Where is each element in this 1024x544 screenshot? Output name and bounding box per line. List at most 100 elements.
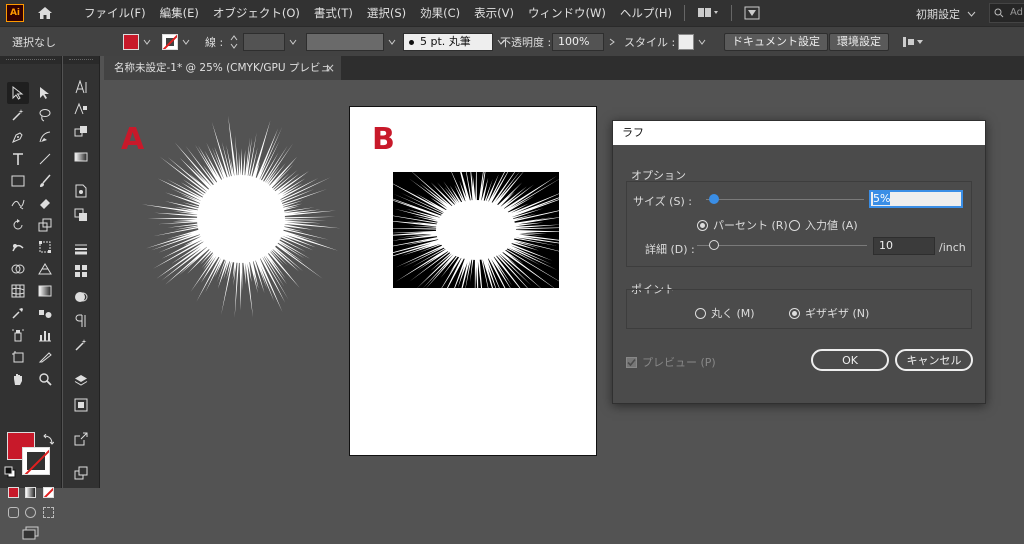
mesh-tool-icon[interactable]: [7, 280, 29, 302]
chevron-right-icon[interactable]: [607, 37, 617, 47]
size-slider[interactable]: [706, 193, 864, 205]
menu-type[interactable]: 書式(T): [314, 5, 353, 21]
gradient-panel-icon[interactable]: [70, 146, 92, 168]
zoom-tool-icon[interactable]: [34, 368, 56, 390]
size-input[interactable]: 5%: [869, 190, 963, 208]
document-setup-label[interactable]: ドキュメント設定: [724, 33, 828, 51]
stroke-weight-input[interactable]: [243, 27, 298, 57]
document-tab[interactable]: 名称未設定-1* @ 25% (CMYK/GPU プレビュー) ×: [104, 56, 341, 98]
column-graph-tool-icon[interactable]: [34, 324, 56, 346]
default-colors-icon[interactable]: [4, 466, 16, 481]
document-info-panel-icon[interactable]: [70, 180, 92, 202]
chevron-down-icon[interactable]: [142, 37, 152, 47]
detail-slider-knob[interactable]: [709, 240, 719, 250]
character-panel-icon[interactable]: [70, 76, 92, 98]
brush-definition-dropdown[interactable]: 5 pt. 丸筆: [403, 27, 506, 57]
artboards-panel-icon[interactable]: [70, 394, 92, 416]
starburst-a[interactable]: [134, 112, 349, 327]
magic-wand-tool-icon[interactable]: [7, 104, 29, 126]
none-mode-icon[interactable]: [42, 486, 54, 498]
preferences-label[interactable]: 環境設定: [829, 33, 889, 51]
slice-tool-icon[interactable]: [34, 346, 56, 368]
detail-slider[interactable]: [697, 239, 867, 251]
transform-panel-icon[interactable]: [70, 120, 92, 142]
layers-panel-icon[interactable]: [70, 370, 92, 392]
chevron-down-icon[interactable]: [181, 37, 191, 47]
paragraph-panel-icon[interactable]: [70, 310, 92, 332]
gradient-tool-icon[interactable]: [34, 280, 56, 302]
rectangle-tool-icon[interactable]: [7, 170, 29, 192]
perspective-grid-tool-icon[interactable]: [34, 258, 56, 280]
workspace-switcher[interactable]: 初期設定: [916, 6, 960, 22]
menu-view[interactable]: 表示(V): [474, 5, 514, 21]
eraser-tool-icon[interactable]: [34, 192, 56, 214]
absolute-radio[interactable]: 入力値 (A): [789, 217, 858, 233]
menu-edit[interactable]: 編集(E): [160, 5, 199, 21]
lasso-tool-icon[interactable]: [34, 104, 56, 126]
pathfinder-panel-icon[interactable]: [70, 204, 92, 226]
pen-tool-icon[interactable]: [7, 126, 29, 148]
eyedropper-tool-icon[interactable]: [7, 302, 29, 324]
document-setup-button[interactable]: ドキュメント設定: [724, 27, 828, 57]
stroke-color-big[interactable]: [22, 447, 50, 475]
stroke-panel-icon[interactable]: [70, 238, 92, 260]
menu-window[interactable]: ウィンドウ(W): [528, 5, 606, 21]
menu-select[interactable]: 選択(S): [367, 5, 406, 21]
speed-lines-b[interactable]: [393, 172, 559, 288]
detail-input[interactable]: 10: [873, 237, 935, 255]
rotate-tool-icon[interactable]: [7, 214, 29, 236]
fill-swatch[interactable]: [123, 34, 139, 50]
ok-button[interactable]: OK: [811, 349, 889, 371]
chevron-down-icon[interactable]: [288, 37, 298, 47]
blend-tool-icon[interactable]: [34, 302, 56, 324]
artboard-tool-icon[interactable]: [7, 346, 29, 368]
preferences-button[interactable]: 環境設定: [829, 27, 889, 57]
menu-effect[interactable]: 効果(C): [420, 5, 460, 21]
percent-radio[interactable]: パーセント (R): [697, 217, 788, 233]
draw-inside-icon[interactable]: [42, 506, 54, 518]
stroke-none-swatch[interactable]: [162, 34, 178, 50]
preview-checkbox[interactable]: プレビュー (P): [626, 354, 716, 370]
type-tool-icon[interactable]: [7, 148, 29, 170]
symbol-sprayer-tool-icon[interactable]: [7, 324, 29, 346]
menu-object[interactable]: オブジェクト(O): [213, 5, 300, 21]
image-trace-panel-icon[interactable]: [70, 334, 92, 356]
scale-tool-icon[interactable]: [34, 214, 56, 236]
gpu-performance-icon[interactable]: [744, 6, 760, 20]
hand-tool-icon[interactable]: [7, 368, 29, 390]
curvature-tool-icon[interactable]: [34, 126, 56, 148]
opacity-label[interactable]: 不透明度 :: [500, 27, 551, 57]
search-input[interactable]: Ad: [989, 3, 1024, 23]
chevron-down-icon[interactable]: [697, 37, 707, 47]
corner-radio[interactable]: ギザギザ (N): [789, 305, 869, 321]
stroke-color-control[interactable]: [162, 27, 191, 57]
paintbrush-tool-icon[interactable]: [34, 170, 56, 192]
opacity-input[interactable]: 100%: [552, 27, 617, 57]
arrange-documents-icon[interactable]: [697, 6, 719, 20]
swap-fill-stroke-icon[interactable]: [42, 433, 55, 449]
export-panel-icon[interactable]: [70, 428, 92, 450]
home-icon[interactable]: [36, 4, 54, 22]
free-transform-tool-icon[interactable]: [34, 236, 56, 258]
graphic-style-control[interactable]: [678, 27, 707, 57]
draw-behind-icon[interactable]: [25, 506, 37, 518]
gradient-mode-icon[interactable]: [25, 486, 37, 498]
arrange-icon[interactable]: [902, 27, 924, 57]
smooth-radio[interactable]: 丸く (M): [695, 305, 755, 321]
cancel-button[interactable]: キャンセル: [895, 349, 973, 371]
color-mode-icon[interactable]: [8, 486, 20, 498]
direct-selection-tool-icon[interactable]: [34, 82, 56, 104]
paragraph-styles-panel-icon[interactable]: [70, 98, 92, 120]
asset-export-panel-icon[interactable]: [70, 462, 92, 484]
draw-normal-icon[interactable]: [8, 506, 20, 518]
appearance-panel-icon[interactable]: [70, 286, 92, 308]
warp-tool-icon[interactable]: [7, 236, 29, 258]
panel-grip[interactable]: [63, 56, 99, 64]
panel-grip[interactable]: [0, 56, 61, 64]
screen-mode-icon[interactable]: [20, 522, 42, 544]
style-swatch[interactable]: [678, 34, 694, 50]
selection-tool-icon[interactable]: [7, 82, 29, 104]
close-tab-icon[interactable]: ×: [325, 56, 335, 80]
opacity-value[interactable]: 100%: [552, 33, 604, 51]
shaper-tool-icon[interactable]: [7, 192, 29, 214]
